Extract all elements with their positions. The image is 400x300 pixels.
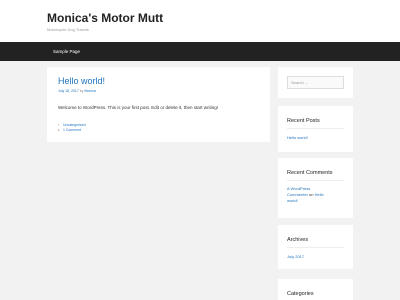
search-widget: Search ... <box>278 67 353 98</box>
nav-item-sample-page[interactable]: Sample Page <box>53 49 80 54</box>
widget-divider <box>287 247 344 248</box>
comment-author-line1[interactable]: A WordPress <box>287 186 310 191</box>
archive-link[interactable]: July 2017 <box>287 254 304 259</box>
site-title[interactable]: Monica's Motor Mutt <box>47 11 163 25</box>
archives-widget: Archives July 2017 <box>278 225 353 269</box>
recent-posts-title: Recent Posts <box>287 118 320 124</box>
recent-comment-entry: A WordPress Commenter on Hello world! <box>287 186 345 204</box>
main-navigation: Sample Page <box>0 42 400 61</box>
archives-title: Archives <box>287 237 309 243</box>
search-input[interactable]: Search ... <box>287 76 344 89</box>
recent-comments-widget: Recent Comments A WordPress Commenter on… <box>278 158 353 218</box>
categories-title: Categories <box>287 291 314 297</box>
post-title[interactable]: Hello world! <box>58 76 105 86</box>
post-meta: July 18, 2017 by Monica <box>58 89 96 93</box>
post-comments-row: ▸ 1 Comment <box>58 128 81 132</box>
post-category-link[interactable]: Uncategorized <box>63 123 86 127</box>
widget-divider <box>287 180 344 181</box>
post-card: Hello world! July 18, 2017 by Monica Wel… <box>47 67 270 142</box>
folder-icon: ▪ <box>58 123 60 127</box>
comment-on-text: on <box>309 192 314 197</box>
post-comments-link[interactable]: 1 Comment <box>63 128 81 132</box>
post-category-row: ▪ Uncategorized <box>58 123 86 127</box>
categories-widget: Categories <box>278 279 353 300</box>
recent-posts-widget: Recent Posts Hello world! <box>278 106 353 152</box>
comment-post-line2[interactable]: world! <box>287 198 298 203</box>
comment-icon: ▸ <box>58 128 60 132</box>
comment-author-line2[interactable]: Commenter <box>287 192 308 197</box>
comment-post-line1[interactable]: Hello <box>315 192 324 197</box>
post-date[interactable]: July 18, 2017 <box>58 89 79 93</box>
post-meta-by: by <box>79 89 84 93</box>
post-author[interactable]: Monica <box>85 89 96 93</box>
site-description: Motorcycle Dog Travels <box>47 27 89 32</box>
recent-comments-title: Recent Comments <box>287 170 333 176</box>
post-content: Welcome to WordPress. This is your first… <box>58 105 219 110</box>
recent-post-link[interactable]: Hello world! <box>287 135 308 140</box>
site-header: Monica's Motor Mutt Motorcycle Dog Trave… <box>0 0 400 42</box>
widget-divider <box>287 128 344 129</box>
